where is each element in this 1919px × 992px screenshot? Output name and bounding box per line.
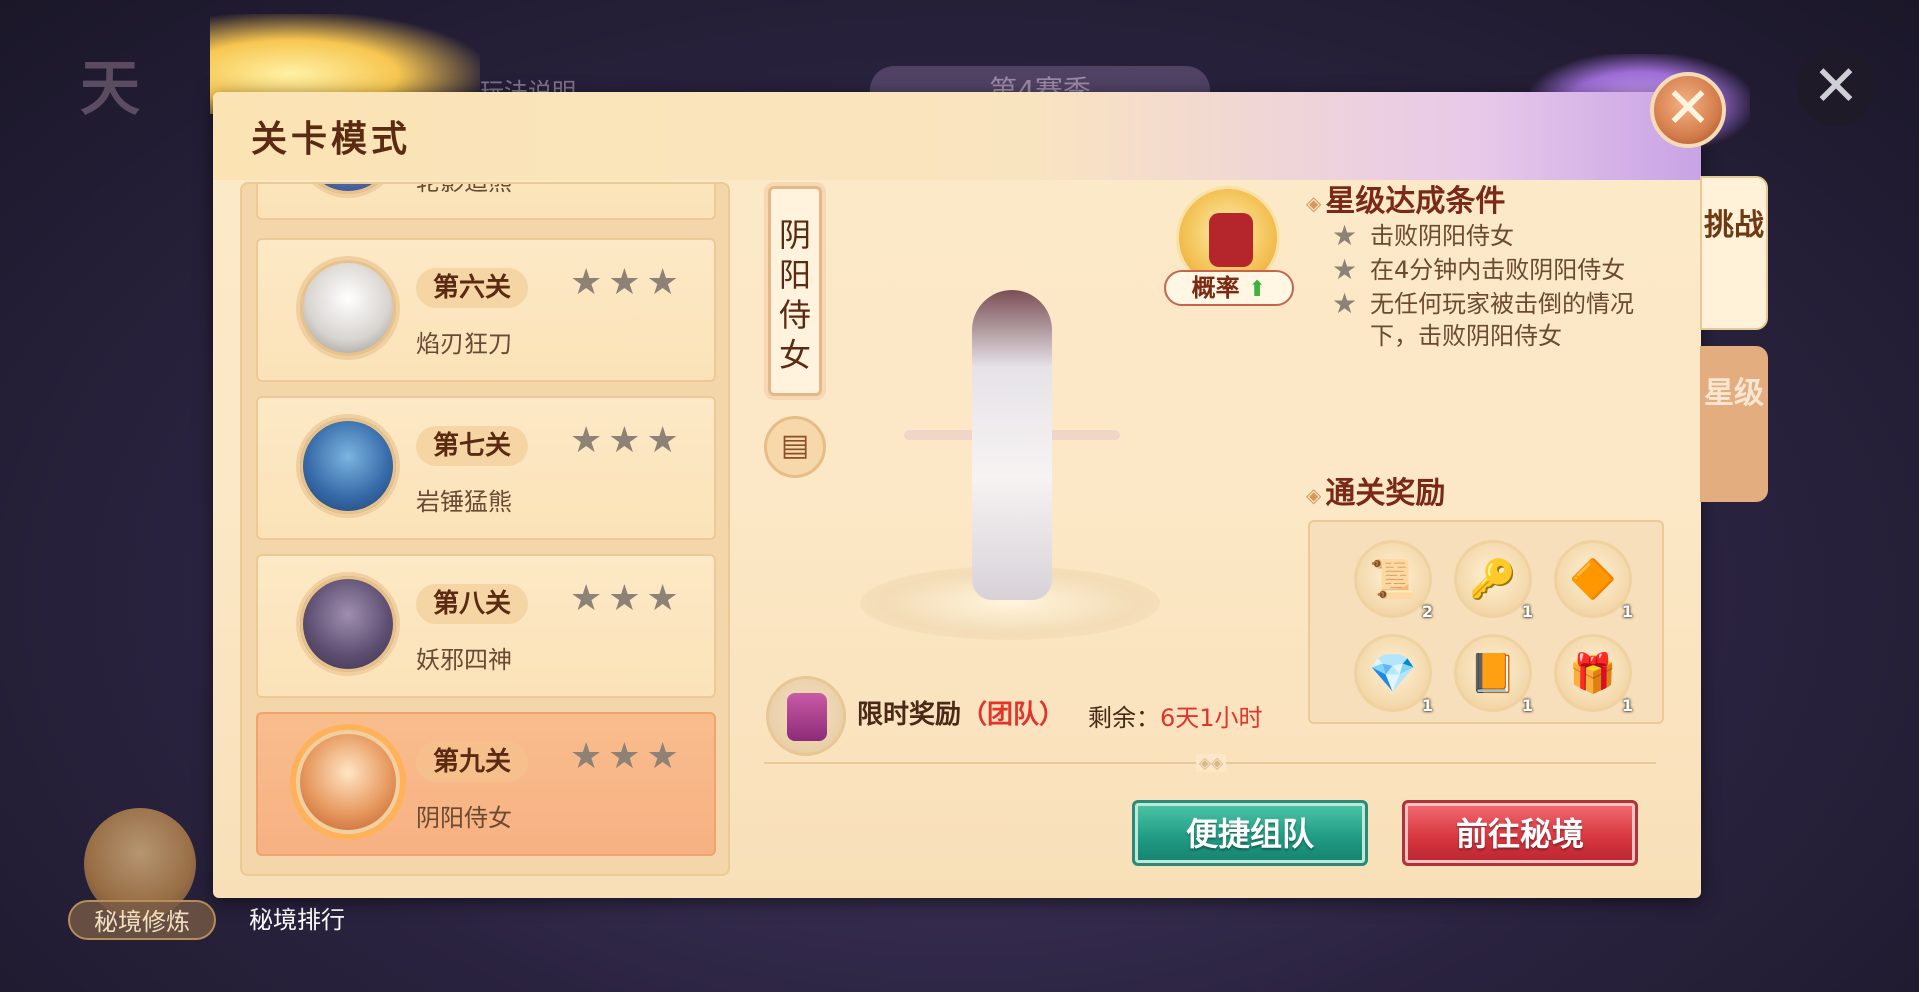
remaining-time: 剩余：6天1小时 bbox=[1088, 704, 1263, 732]
key-icon[interactable]: 🔑 1 bbox=[1454, 540, 1533, 621]
reward-count: 1 bbox=[1421, 696, 1433, 715]
stage-item-6[interactable]: 第六关 ★★★ 焰刃狂刀 bbox=[256, 238, 716, 382]
probability-label: 概率 bbox=[1191, 273, 1240, 302]
limited-reward-label: 限时奖励（团队） bbox=[857, 700, 1066, 730]
stage-stars: ★★★ bbox=[570, 736, 685, 777]
reward-count: 1 bbox=[1521, 696, 1533, 715]
stage-label: 第九关 bbox=[416, 742, 528, 782]
reward-count: 1 bbox=[1621, 696, 1633, 715]
boss-portrait bbox=[296, 730, 400, 834]
stage-boss-name: 轮影追熊 bbox=[416, 182, 512, 196]
limited-reward-icon[interactable] bbox=[766, 676, 846, 756]
stage-boss-name: 阴阳侍女 bbox=[416, 804, 512, 832]
gem-icon[interactable]: 💎 1 bbox=[1354, 634, 1433, 715]
model-figure bbox=[972, 290, 1052, 600]
stage-item-7[interactable]: 第七关 ★★★ 岩锤猛熊 bbox=[256, 396, 716, 540]
divider-ornament: ◈◈ bbox=[1196, 754, 1226, 772]
stage-item-5[interactable]: 轮影追熊 bbox=[256, 182, 716, 220]
cape-icon bbox=[1209, 213, 1253, 267]
stage-stars: ★★★ bbox=[570, 420, 685, 461]
stage-boss-name: 妖邪四神 bbox=[416, 646, 512, 674]
stage-label: 第八关 bbox=[416, 584, 528, 624]
document-icon[interactable]: ▤ bbox=[764, 416, 826, 478]
stage-boss-name: 焰刃狂刀 bbox=[416, 330, 512, 358]
panel-header: 关卡模式 bbox=[213, 92, 1701, 180]
bg-tab-secret-training: 秘境修炼 bbox=[68, 900, 216, 940]
stage-stars: ★★★ bbox=[570, 578, 685, 619]
stage-label: 第六关 bbox=[416, 268, 528, 308]
boss-portrait bbox=[296, 414, 400, 518]
background-close-icon[interactable]: ✕ bbox=[1797, 48, 1875, 126]
tab-challenge[interactable]: 挑战 bbox=[1700, 176, 1768, 330]
star-conditions-list: ★ 击败阴阳侍女 ★ 在4分钟内击败阴阳侍女 ★ 无任何玩家被击倒的情况下，击败… bbox=[1326, 220, 1666, 354]
chest-icon[interactable]: 🎁 1 bbox=[1554, 634, 1633, 715]
rewards-grid: 📜 2 🔑 1 🔶 1 💎 1 📙 1 🎁 1 bbox=[1308, 520, 1664, 724]
star-icon: ★ bbox=[1332, 219, 1358, 252]
crystal-icon[interactable]: 🔶 1 bbox=[1554, 540, 1633, 621]
diamond-icon: ◈ bbox=[1306, 482, 1322, 507]
bg-tab-secret-ranking: 秘境排行 bbox=[249, 906, 345, 934]
stage-item-8[interactable]: 第八关 ★★★ 妖邪四神 bbox=[256, 554, 716, 698]
condition-item: ★ 击败阴阳侍女 bbox=[1332, 219, 1514, 252]
clear-rewards-title: ◈ 通关奖励 bbox=[1306, 476, 1446, 511]
reward-count: 1 bbox=[1521, 602, 1533, 621]
star-icon: ★ bbox=[1332, 253, 1358, 286]
boss-portrait bbox=[296, 572, 400, 676]
panel-title: 关卡模式 bbox=[251, 118, 412, 160]
panel-close-button[interactable]: ✕ bbox=[1650, 72, 1726, 148]
boss-portrait bbox=[296, 256, 400, 360]
star-conditions-title: ◈ 星级达成条件 bbox=[1306, 184, 1506, 219]
condition-item: ★ 在4分钟内击败阴阳侍女 bbox=[1332, 253, 1626, 286]
token-icon bbox=[787, 693, 827, 741]
quick-team-button[interactable]: 便捷组队 bbox=[1132, 800, 1368, 866]
stage-item-9[interactable]: 第九关 ★★★ 阴阳侍女 bbox=[256, 712, 716, 856]
book-icon[interactable]: 📙 1 bbox=[1454, 634, 1533, 715]
stage-boss-name: 岩锤猛熊 bbox=[416, 488, 512, 516]
remaining-value: 6天1小时 bbox=[1160, 704, 1263, 732]
team-tag: （团队） bbox=[961, 700, 1066, 730]
reward-count: 2 bbox=[1421, 602, 1433, 621]
star-icon: ★ bbox=[1332, 287, 1358, 320]
stage-label: 第七关 bbox=[416, 426, 528, 466]
diamond-icon: ◈ bbox=[1306, 190, 1322, 215]
boss-name-vertical: 阴阳侍女 bbox=[768, 186, 822, 396]
up-arrow-icon: ⬆ bbox=[1247, 276, 1267, 302]
tab-star-rating[interactable]: 星级 bbox=[1700, 346, 1768, 502]
boss-model[interactable] bbox=[860, 280, 1160, 640]
probability-badge: 概率 ⬆ bbox=[1164, 270, 1294, 306]
go-to-realm-button[interactable]: 前往秘境 bbox=[1402, 800, 1638, 866]
reward-count: 1 bbox=[1621, 602, 1633, 621]
condition-item: ★ 无任何玩家被击倒的情况下，击败阴阳侍女 bbox=[1332, 287, 1634, 351]
boss-portrait bbox=[296, 184, 400, 198]
stage-list[interactable]: 轮影追熊 第六关 ★★★ 焰刃狂刀 第七关 ★★★ 岩锤猛熊 第八关 ★★★ 妖… bbox=[240, 182, 730, 876]
scroll-icon[interactable]: 📜 2 bbox=[1354, 540, 1433, 621]
stage-stars: ★★★ bbox=[570, 262, 685, 303]
